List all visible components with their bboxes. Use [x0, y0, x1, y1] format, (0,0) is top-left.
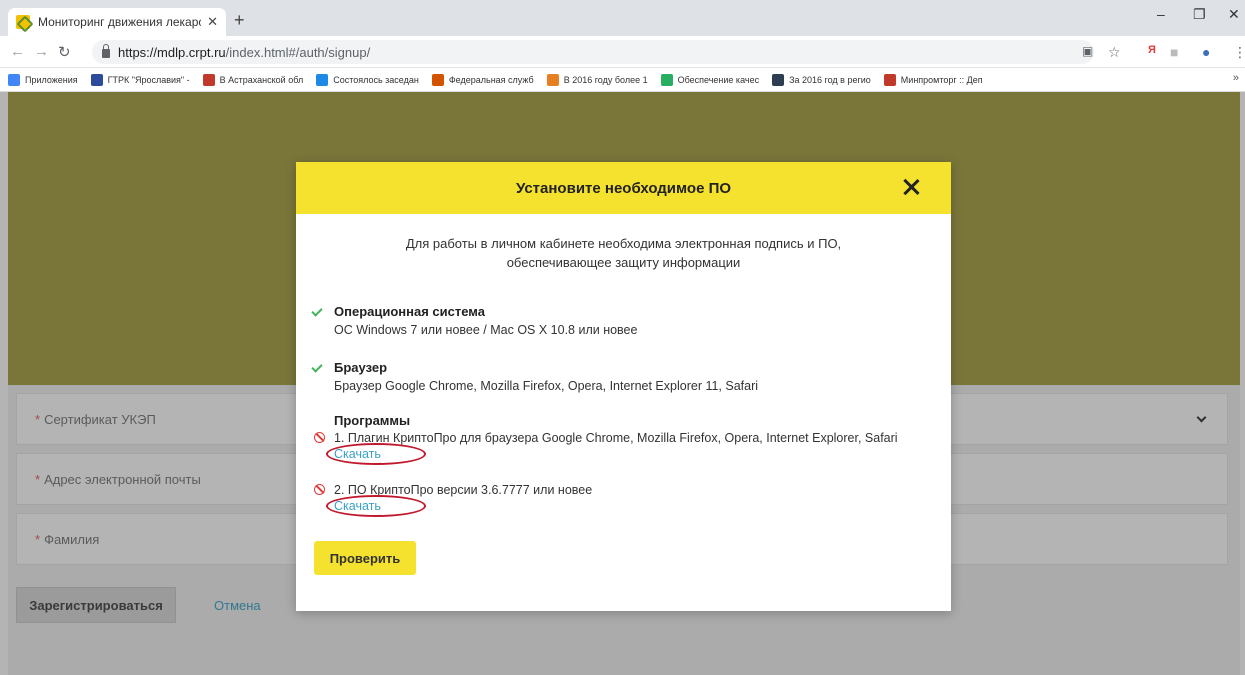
bookmark-favicon-icon: [431, 73, 444, 86]
reload-icon[interactable]: ↻: [58, 43, 71, 61]
browser-toolbar: ← → ↻ https://mdlp.crpt.ru/index.html#/a…: [0, 36, 1245, 68]
browser-title: Браузер: [334, 360, 388, 375]
bookmark-item[interactable]: Федеральная служб: [431, 73, 534, 86]
install-software-dialog: Установите необходимое ПО Для работы в л…: [296, 162, 951, 611]
highlight-ellipse: [326, 495, 426, 517]
check-button[interactable]: Проверить: [314, 541, 416, 575]
program-1-text: 1. Плагин КриптоПро для браузера Google …: [334, 431, 898, 445]
programs-requirement: Программы 1. Плагин КриптоПро для браузе…: [314, 413, 898, 517]
checkmark-icon: [311, 305, 323, 317]
bookmark-label: В Астраханской обл: [219, 74, 304, 85]
tab-close-icon[interactable]: ✕: [207, 14, 218, 30]
bookmark-item[interactable]: За 2016 год в регио: [772, 73, 871, 86]
dialog-header: Установите необходимое ПО: [296, 162, 951, 214]
bookmark-favicon-icon: [90, 73, 103, 86]
bookmark-label: Состоялось заседан: [333, 74, 419, 85]
close-icon[interactable]: [901, 177, 921, 197]
prohibited-icon: [314, 432, 325, 443]
tab-title: Мониторинг движения лекарс: [38, 15, 202, 29]
bookmark-favicon-icon: [772, 73, 785, 86]
apps-grid-icon: [8, 73, 20, 86]
prohibited-icon: [314, 484, 325, 495]
yandex-extension-icon[interactable]: Я: [1148, 44, 1156, 56]
translate-icon[interactable]: ▣: [1082, 44, 1093, 58]
bookmark-label: Приложения: [25, 74, 78, 85]
profile-avatar-icon[interactable]: ●: [1202, 44, 1210, 60]
bookmark-item[interactable]: ГТРК "Ярославия" -: [90, 73, 190, 86]
maximize-button[interactable]: ❐: [1193, 6, 1206, 23]
dialog-intro: Для работы в личном кабинете необходима …: [296, 234, 951, 272]
highlight-ellipse: [326, 443, 426, 465]
bookmark-favicon-icon: [202, 73, 215, 86]
checkmark-icon: [311, 361, 323, 373]
bookmark-label: За 2016 год в регио: [789, 74, 871, 85]
site-favicon-icon: [16, 15, 30, 29]
bookmark-item[interactable]: В Астраханской обл: [202, 73, 304, 86]
intro-line-2: обеспечивающее защиту информации: [506, 255, 741, 270]
back-arrow-icon[interactable]: ←: [10, 43, 25, 60]
bookmark-favicon-icon: [660, 73, 673, 86]
browser-requirement: Браузер Браузер Google Chrome, Mozilla F…: [311, 360, 759, 393]
menu-dots-icon[interactable]: ⋮: [1233, 44, 1245, 61]
bookmark-label: Минпромторг :: Деп: [900, 74, 983, 85]
minimize-button[interactable]: –: [1157, 6, 1165, 22]
os-title: Операционная система: [334, 304, 485, 319]
program-item-2: 2. ПО КриптоПро версии 3.6.7777 или нове…: [314, 483, 898, 497]
tab-strip: Мониторинг движения лекарс ✕ + – ❐ ✕: [0, 0, 1245, 36]
bookmarks-more-icon[interactable]: »: [1233, 72, 1239, 84]
os-requirement: Операционная система ОС Windows 7 или но…: [311, 304, 638, 337]
bookmark-item[interactable]: Минпромторг :: Деп: [883, 73, 983, 86]
program-item-1: 1. Плагин КриптоПро для браузера Google …: [314, 431, 898, 445]
browser-text: Браузер Google Chrome, Mozilla Firefox, …: [334, 379, 759, 393]
intro-line-1: Для работы в личном кабинете необходима …: [405, 236, 842, 251]
close-window-button[interactable]: ✕: [1228, 6, 1240, 23]
download-link-plugin[interactable]: Скачать: [326, 443, 426, 465]
bookmark-favicon-icon: [546, 73, 559, 86]
bookmark-item[interactable]: Обеспечение качес: [660, 73, 760, 86]
bookmark-label: ГТРК "Ярославия" -: [107, 74, 190, 85]
forward-arrow-icon[interactable]: →: [34, 43, 49, 60]
bookmark-favicon-icon: [883, 73, 896, 86]
os-text: ОС Windows 7 или новее / Mac OS X 10.8 и…: [334, 323, 638, 337]
bookmarks-bar: Приложения ГТРК "Ярославия" - В Астрахан…: [0, 68, 1245, 92]
address-bar[interactable]: https://mdlp.crpt.ru/index.html#/auth/si…: [92, 40, 1094, 64]
bookmark-label: Обеспечение качес: [677, 74, 760, 85]
page-content: * Сертификат УКЭП * Адрес электронной по…: [0, 92, 1245, 675]
bookmark-star-icon[interactable]: ☆: [1108, 44, 1121, 61]
download-link-cryptopro[interactable]: Скачать: [326, 495, 426, 517]
browser-window: Мониторинг движения лекарс ✕ + – ❐ ✕ ← →…: [0, 0, 1245, 675]
bookmark-item[interactable]: Приложения: [8, 73, 78, 86]
programs-title: Программы: [334, 413, 411, 428]
extension-icon[interactable]: ■: [1170, 44, 1178, 60]
url-host: https://mdlp.crpt.ru: [118, 44, 226, 60]
browser-tab[interactable]: Мониторинг движения лекарс ✕: [8, 8, 226, 36]
new-tab-button[interactable]: +: [234, 10, 245, 31]
dialog-title: Установите необходимое ПО: [515, 179, 732, 197]
bookmark-item[interactable]: Состоялось заседан: [316, 73, 419, 86]
lock-icon: [102, 44, 110, 58]
bookmark-favicon-icon: [316, 73, 329, 86]
bookmark-label: Федеральная служб: [448, 74, 534, 85]
bookmark-label: В 2016 году более 1: [563, 74, 648, 85]
url-path: /index.html#/auth/signup/: [225, 44, 371, 60]
bookmark-item[interactable]: В 2016 году более 1: [546, 73, 648, 86]
